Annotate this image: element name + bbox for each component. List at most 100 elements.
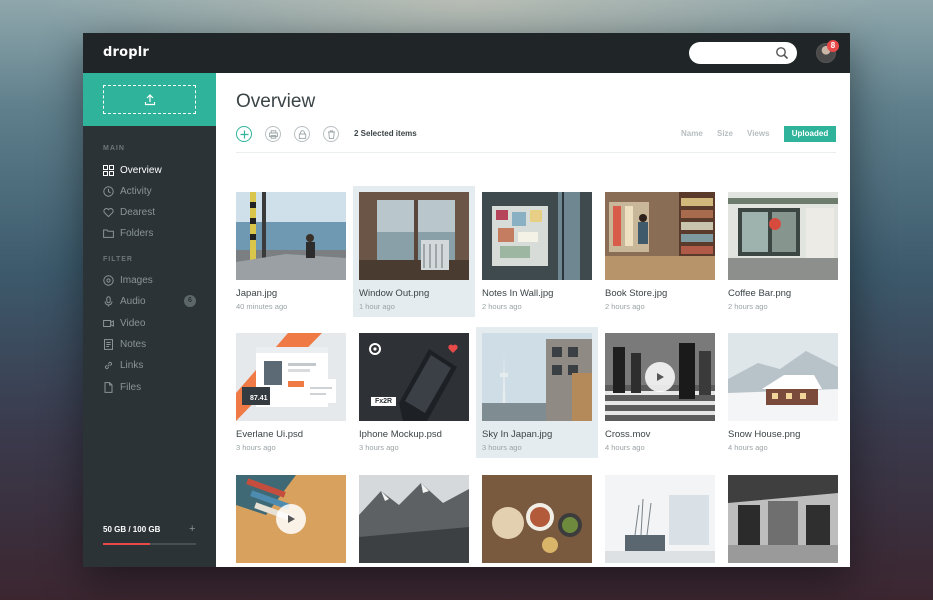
- file-card-station[interactable]: [722, 469, 844, 567]
- sidebar-item-images[interactable]: Images: [103, 273, 153, 287]
- thumbnail-interior: [605, 475, 715, 563]
- file-name: Everlane Ui.psd: [236, 429, 304, 440]
- clock-icon: [103, 185, 114, 197]
- thumbnail-sky-in-japan: [482, 333, 592, 421]
- sort-uploaded[interactable]: Uploaded: [784, 126, 836, 142]
- file-card-mountains[interactable]: [353, 469, 475, 567]
- sidebar-item-label: Video: [120, 317, 146, 329]
- file-name: Coffee Bar.png: [728, 288, 792, 299]
- microphone-icon: [104, 295, 113, 306]
- folder-icon: [103, 229, 114, 238]
- audio-count-badge: 6: [184, 295, 196, 307]
- add-button[interactable]: [236, 126, 252, 142]
- sidebar-item-overview[interactable]: Overview: [103, 163, 162, 177]
- app-window: droplr 8 MAIN Overview Activity Dearest …: [83, 33, 850, 567]
- file-card-coffee-bar[interactable]: Coffee Bar.png 2 hours ago: [722, 186, 844, 317]
- lock-icon: [298, 129, 306, 139]
- file-card-book-store[interactable]: Book Store.jpg 2 hours ago: [599, 186, 721, 317]
- sidebar-item-label: Overview: [120, 164, 162, 176]
- lock-button[interactable]: [294, 126, 310, 142]
- thumbnail-mountains: [359, 475, 469, 563]
- sidebar-item-folders[interactable]: Folders: [103, 226, 153, 240]
- file-card-video-boats[interactable]: [230, 469, 352, 567]
- file-card-sky-in-japan[interactable]: Sky In Japan.jpg 3 hours ago: [476, 327, 598, 458]
- thumbnail-price-label: 87.41: [250, 395, 268, 402]
- file-card-window-out[interactable]: Window Out.png 1 hour ago: [353, 186, 475, 317]
- file-name: Notes In Wall.jpg: [482, 288, 554, 299]
- storage-label: 50 GB / 100 GB: [103, 525, 161, 534]
- play-button[interactable]: [276, 504, 306, 534]
- thumbnail-station: [728, 475, 838, 563]
- sidebar: MAIN Overview Activity Dearest Folders F…: [83, 73, 216, 567]
- thumbnail-window-out: [359, 192, 469, 280]
- file-card-japan[interactable]: Japan.jpg 40 minutes ago: [230, 186, 352, 317]
- search-icon[interactable]: [775, 46, 789, 60]
- plus-icon: [240, 130, 248, 138]
- image-icon: [103, 274, 114, 286]
- sidebar-item-activity[interactable]: Activity: [103, 184, 152, 198]
- sidebar-item-label: Folders: [120, 227, 154, 239]
- file-time: 4 hours ago: [605, 443, 645, 452]
- file-card-everlane-ui[interactable]: 87.41 Everlane Ui.psd 3 hours ago: [230, 327, 352, 458]
- file-card-notes-in-wall[interactable]: Notes In Wall.jpg 2 hours ago: [476, 186, 598, 317]
- app-logo[interactable]: droplr: [103, 45, 149, 60]
- sidebar-item-label: Links: [120, 359, 144, 371]
- file-time: 2 hours ago: [482, 302, 522, 311]
- file-time: 3 hours ago: [359, 443, 399, 452]
- file-card-cross[interactable]: Cross.mov 4 hours ago: [599, 327, 721, 458]
- add-storage-button[interactable]: +: [189, 523, 195, 535]
- delete-button[interactable]: [323, 126, 339, 142]
- file-time: 2 hours ago: [605, 302, 645, 311]
- video-icon: [103, 319, 114, 327]
- file-time: 40 minutes ago: [236, 302, 288, 311]
- sidebar-item-dearest[interactable]: Dearest: [103, 205, 155, 219]
- grid-icon: [103, 164, 114, 176]
- play-icon: [657, 373, 664, 381]
- thumbnail-cross: [605, 333, 715, 421]
- storage-progress-fill: [103, 543, 150, 545]
- sort-size[interactable]: Size: [717, 129, 733, 138]
- sidebar-item-label: Activity: [120, 185, 152, 197]
- play-button[interactable]: [645, 362, 675, 392]
- sidebar-item-video[interactable]: Video: [103, 316, 145, 330]
- search-box[interactable]: [689, 42, 797, 64]
- trash-icon: [327, 129, 335, 139]
- file-name: Book Store.jpg: [605, 288, 668, 299]
- search-input[interactable]: [699, 45, 769, 61]
- note-icon: [104, 338, 113, 350]
- upload-button[interactable]: [103, 85, 196, 114]
- file-name: Iphone Mockup.psd: [359, 429, 442, 440]
- file-time: 3 hours ago: [236, 443, 276, 452]
- sort-views[interactable]: Views: [747, 129, 770, 138]
- file-time: 2 hours ago: [728, 302, 768, 311]
- sidebar-item-label: Files: [120, 381, 142, 393]
- thumbnail-tag-label: Fx2R: [371, 397, 397, 406]
- thumbnail-japan: [236, 192, 346, 280]
- print-button[interactable]: [265, 126, 281, 142]
- file-time: 1 hour ago: [359, 302, 395, 311]
- sort-name[interactable]: Name: [681, 129, 703, 138]
- heart-icon: [103, 207, 114, 217]
- sidebar-item-links[interactable]: Links: [103, 358, 143, 372]
- filter-section-heading: FILTER: [103, 256, 133, 263]
- printer-icon: [268, 129, 278, 139]
- sidebar-item-files[interactable]: Files: [103, 380, 141, 394]
- thumbnail-iphone-mockup: Fx2R: [359, 333, 469, 421]
- file-name: Snow House.png: [728, 429, 801, 440]
- thumbnail-food: [482, 475, 592, 563]
- file-card-interior[interactable]: [599, 469, 721, 567]
- link-icon: [104, 361, 113, 369]
- file-card-snow-house[interactable]: Snow House.png 4 hours ago: [722, 327, 844, 458]
- file-card-food[interactable]: [476, 469, 598, 567]
- file-time: 3 hours ago: [482, 443, 522, 452]
- sidebar-item-label: Dearest: [120, 206, 156, 218]
- thumbnail-video-boats: [236, 475, 346, 563]
- notification-badge[interactable]: 8: [827, 40, 839, 52]
- upload-icon: [144, 93, 155, 105]
- thumbnail-coffee-bar: [728, 192, 838, 280]
- sidebar-item-notes[interactable]: Notes: [103, 337, 146, 351]
- file-name: Window Out.png: [359, 288, 430, 299]
- sidebar-item-audio[interactable]: Audio: [103, 294, 146, 308]
- top-bar: droplr 8: [83, 33, 850, 73]
- file-card-iphone-mockup[interactable]: Fx2R Iphone Mockup.psd 3 hours ago: [353, 327, 475, 458]
